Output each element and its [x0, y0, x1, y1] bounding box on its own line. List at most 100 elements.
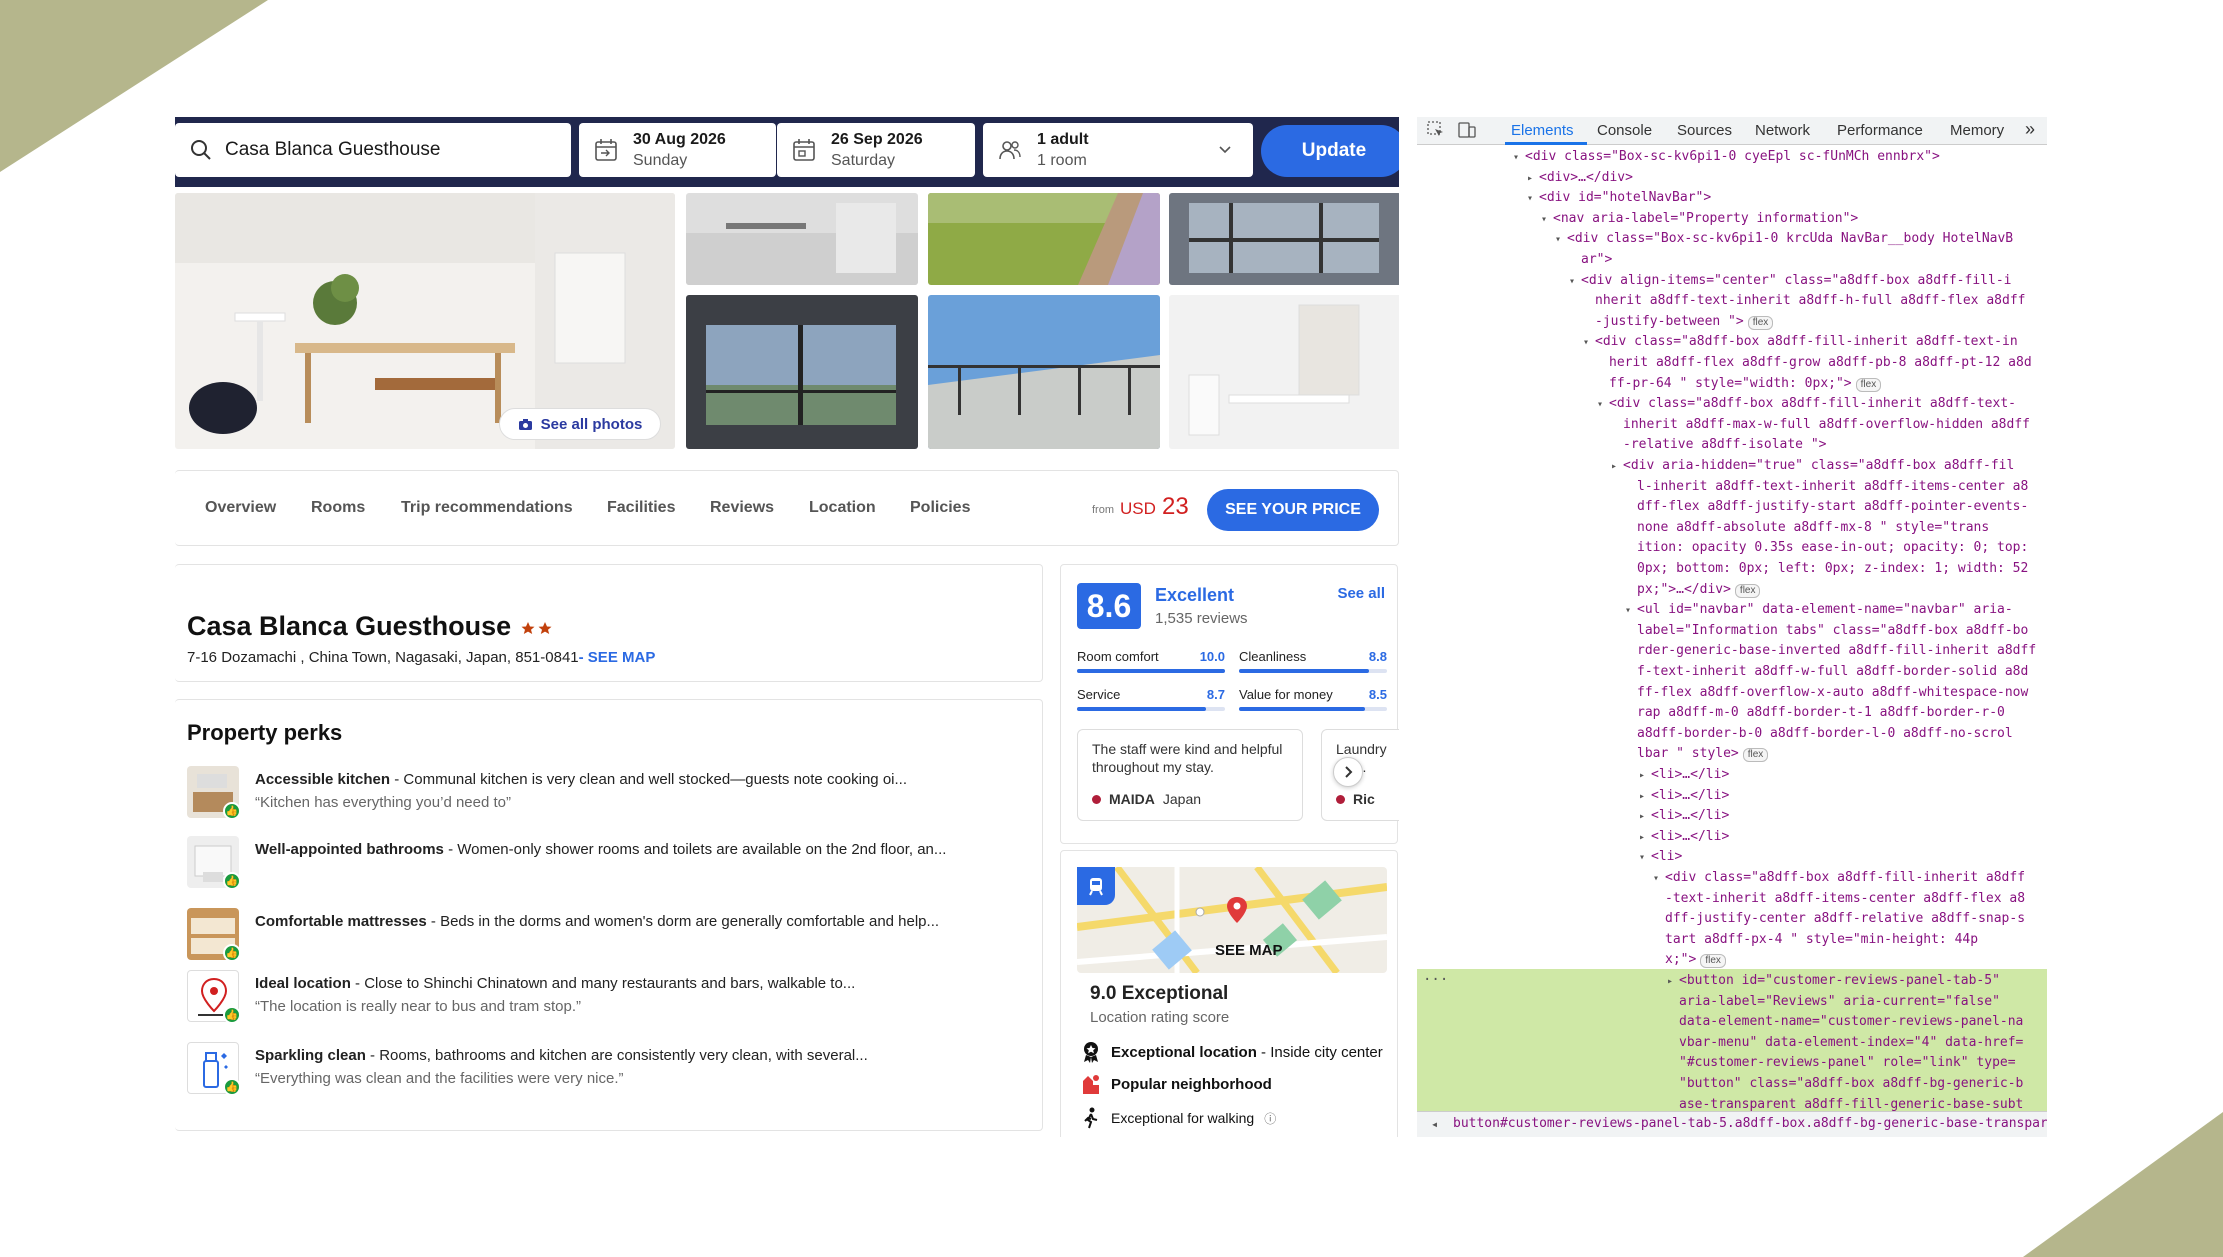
info-icon[interactable]: ⓘ — [1264, 1110, 1276, 1127]
dom-tree-line[interactable]: ▾ <nav aria-label="Property information"> — [1541, 209, 1858, 230]
devtools-tab-console[interactable]: Console — [1597, 122, 1652, 139]
dom-tree-line[interactable]: -justify-between "> flex — [1583, 312, 1774, 332]
dom-tree-line[interactable]: ff-pr-64 " style="width: 0px;"> flex — [1597, 374, 1882, 394]
dom-tree-line[interactable]: dff-justify-center a8dff-relative a8dff-… — [1653, 909, 2025, 929]
collapse-triangle-icon[interactable]: ▾ — [1653, 869, 1665, 889]
gallery-photo-2[interactable] — [928, 193, 1160, 285]
dom-tree-line[interactable]: x;"> flex — [1653, 950, 1726, 970]
dom-tree-line[interactable]: -text-inherit a8dff-items-center a8dff-f… — [1653, 889, 2025, 909]
dom-tree-line[interactable]: ▸ <li>…</li> — [1639, 827, 1729, 848]
expand-triangle-icon[interactable]: ▸ — [1639, 828, 1651, 848]
chevron-right-icon[interactable] — [1333, 757, 1363, 787]
flex-badge[interactable]: flex — [1742, 748, 1769, 763]
tab-reviews[interactable]: Reviews — [710, 499, 774, 517]
expand-triangle-icon[interactable]: ▸ — [1527, 169, 1539, 189]
dom-tree-line[interactable]: ff-flex a8dff-overflow-x-auto a8dff-whit… — [1625, 683, 2028, 703]
dom-tree-line[interactable]: a8dff-border-b-0 a8dff-border-l-0 a8dff-… — [1625, 724, 2013, 744]
more-tabs-icon[interactable]: » — [2025, 119, 2035, 140]
see-map-label[interactable]: SEE MAP — [1215, 942, 1283, 959]
dom-tree-line[interactable]: ▸ <div aria-hidden="true" class="a8dff-bo… — [1611, 456, 2014, 477]
node-menu-dots-icon[interactable]: ··· — [1423, 972, 1448, 988]
collapse-triangle-icon[interactable]: ▾ — [1541, 210, 1553, 230]
device-toolbar-icon[interactable] — [1457, 121, 1477, 143]
dom-tree-line[interactable]: ▾ <div class="Box-sc-kv6pi1-0 cyeEpl sc-f… — [1513, 147, 1940, 168]
dom-tree-line[interactable]: label="Information tabs" class="a8dff-bo… — [1625, 621, 2028, 641]
review-snippet-card[interactable]: The staff were kind and helpful througho… — [1077, 729, 1303, 821]
dom-tree-line[interactable]: tart a8dff-px-4 " style="min-height: 44p — [1653, 930, 1978, 950]
dom-tree-line[interactable]: ▾ <div align-items="center" class="a8dff-… — [1569, 271, 2011, 292]
dom-tree-line[interactable]: vbar-menu" data-element-index="4" data-h… — [1667, 1033, 2023, 1053]
tab-location[interactable]: Location — [809, 499, 876, 517]
see-all-photos-button[interactable]: See all photos — [499, 408, 661, 440]
dom-tree-line[interactable]: px;">…</div> flex — [1625, 580, 1761, 600]
dom-tree-line[interactable]: ▸ <button id="customer-reviews-panel-tab-… — [1667, 971, 2000, 992]
dom-tree-line[interactable]: data-element-name="customer-reviews-pane… — [1667, 1012, 2023, 1032]
collapse-triangle-icon[interactable]: ▾ — [1625, 601, 1637, 621]
devtools-tab-sources[interactable]: Sources — [1677, 122, 1732, 139]
dom-tree-line[interactable]: ▾ <div class="a8dff-box a8dff-fill-inheri… — [1583, 332, 2018, 353]
flex-badge[interactable]: flex — [1855, 377, 1882, 392]
collapse-triangle-icon[interactable]: ▾ — [1569, 272, 1581, 292]
map-thumbnail[interactable]: SEE MAP — [1077, 867, 1387, 973]
dom-tree-line[interactable]: -relative a8dff-isolate "> — [1611, 435, 1827, 455]
checkin-field[interactable]: 30 Aug 2026 Sunday — [579, 123, 776, 177]
dom-tree-line[interactable]: rder-generic-base-inverted a8dff-fill-in… — [1625, 641, 2036, 661]
dom-tree-line[interactable]: l-inherit a8dff-text-inherit a8dff-items… — [1625, 477, 2028, 497]
expand-triangle-icon[interactable]: ▸ — [1639, 787, 1651, 807]
dom-tree-line[interactable]: 0px; bottom: 0px; left: 0px; z-index: 1;… — [1625, 559, 2028, 579]
flex-badge[interactable]: flex — [1734, 583, 1761, 598]
tab-facilities[interactable]: Facilities — [607, 499, 675, 517]
gallery-photo-1[interactable] — [686, 193, 918, 285]
gallery-photo-3[interactable] — [1169, 193, 1399, 285]
checkout-field[interactable]: 26 Sep 2026 Saturday — [777, 123, 975, 177]
inspect-element-icon[interactable] — [1427, 121, 1445, 143]
collapse-triangle-icon[interactable]: ▾ — [1583, 333, 1595, 353]
expand-triangle-icon[interactable]: ▸ — [1611, 457, 1623, 477]
dom-tree-line[interactable]: ▾ <div class="Box-sc-kv6pi1-0 krcUda NavB… — [1555, 229, 2013, 250]
expand-triangle-icon[interactable]: ▸ — [1639, 807, 1651, 827]
dom-tree-line[interactable]: ition: opacity 0.35s ease-in-out; opacit… — [1625, 538, 2028, 558]
dom-tree-line[interactable]: lbar " style> flex — [1625, 744, 1769, 764]
dom-tree-line[interactable]: herit a8dff-flex a8dff-grow a8dff-pb-8 a… — [1597, 353, 2032, 373]
dom-tree-line[interactable]: ▾ <div id="hotelNavBar"> — [1527, 188, 1711, 209]
dom-tree-line[interactable]: "button" class="a8dff-box a8dff-bg-gener… — [1667, 1074, 2023, 1094]
dom-tree-line[interactable]: aria-label="Reviews" aria-current="false… — [1667, 992, 2000, 1012]
collapse-triangle-icon[interactable]: ▾ — [1555, 230, 1567, 250]
dom-tree-line[interactable]: ▾ <div class="a8dff-box a8dff-fill-inheri… — [1653, 868, 2025, 889]
dom-tree-line[interactable]: ar"> — [1569, 250, 1612, 270]
flex-badge[interactable]: flex — [1747, 315, 1774, 330]
dom-tree-line[interactable]: ▾ <ul id="navbar" data-element-name="navb… — [1625, 600, 2013, 621]
devtools-tab-performance[interactable]: Performance — [1837, 122, 1923, 139]
collapse-triangle-icon[interactable]: ▾ — [1639, 848, 1651, 868]
gallery-photo-4[interactable] — [686, 295, 918, 449]
dom-tree-line[interactable]: none a8dff-absolute a8dff-mx-8 " style="… — [1625, 518, 1989, 538]
gallery-photo-6[interactable] — [1169, 295, 1399, 449]
expand-triangle-icon[interactable]: ▸ — [1667, 972, 1679, 992]
dom-tree-line[interactable]: "#customer-reviews-panel" role="link" ty… — [1667, 1053, 2016, 1073]
collapse-triangle-icon[interactable]: ▾ — [1513, 148, 1525, 168]
dom-tree-line[interactable]: ▸ <li>…</li> — [1639, 806, 1729, 827]
dom-tree-line[interactable]: ▸ <div>…</div> — [1527, 168, 1633, 189]
see-map-link[interactable]: - SEE MAP — [579, 649, 656, 666]
tab-trip-recommendations[interactable]: Trip recommendations — [401, 499, 573, 517]
dom-tree-line[interactable]: nherit a8dff-text-inherit a8dff-h-full a… — [1583, 291, 2025, 311]
dom-tree-line[interactable]: f-text-inherit a8dff-w-full a8dff-border… — [1625, 662, 2028, 682]
chevron-left-icon[interactable]: ◂ — [1431, 1112, 1438, 1136]
dom-tree-line[interactable]: rap a8dff-m-0 a8dff-border-t-1 a8dff-bor… — [1625, 703, 2005, 723]
devtools-tab-elements[interactable]: Elements — [1511, 122, 1574, 139]
gallery-photo-5[interactable] — [928, 295, 1160, 449]
dom-tree-line[interactable]: ▾ <li> — [1639, 847, 1682, 868]
flex-badge[interactable]: flex — [1700, 954, 1726, 969]
collapse-triangle-icon[interactable]: ▾ — [1597, 395, 1609, 415]
collapse-triangle-icon[interactable]: ▾ — [1527, 189, 1539, 209]
devtools-tab-memory[interactable]: Memory — [1950, 122, 2004, 139]
devtools-tab-network[interactable]: Network — [1755, 122, 1810, 139]
dom-tree-line[interactable]: ▸ <li>…</li> — [1639, 786, 1729, 807]
dom-tree-line[interactable]: ▸ <li>…</li> — [1639, 765, 1729, 786]
see-all-reviews-link[interactable]: See all — [1337, 585, 1385, 602]
tab-overview[interactable]: Overview — [205, 499, 276, 517]
dom-tree-line[interactable]: dff-flex a8dff-justify-start a8dff-point… — [1625, 497, 2028, 517]
destination-field[interactable]: Casa Blanca Guesthouse — [175, 123, 571, 177]
update-button[interactable]: Update — [1261, 125, 1399, 177]
guests-field[interactable]: 1 adult 1 room — [983, 123, 1253, 177]
